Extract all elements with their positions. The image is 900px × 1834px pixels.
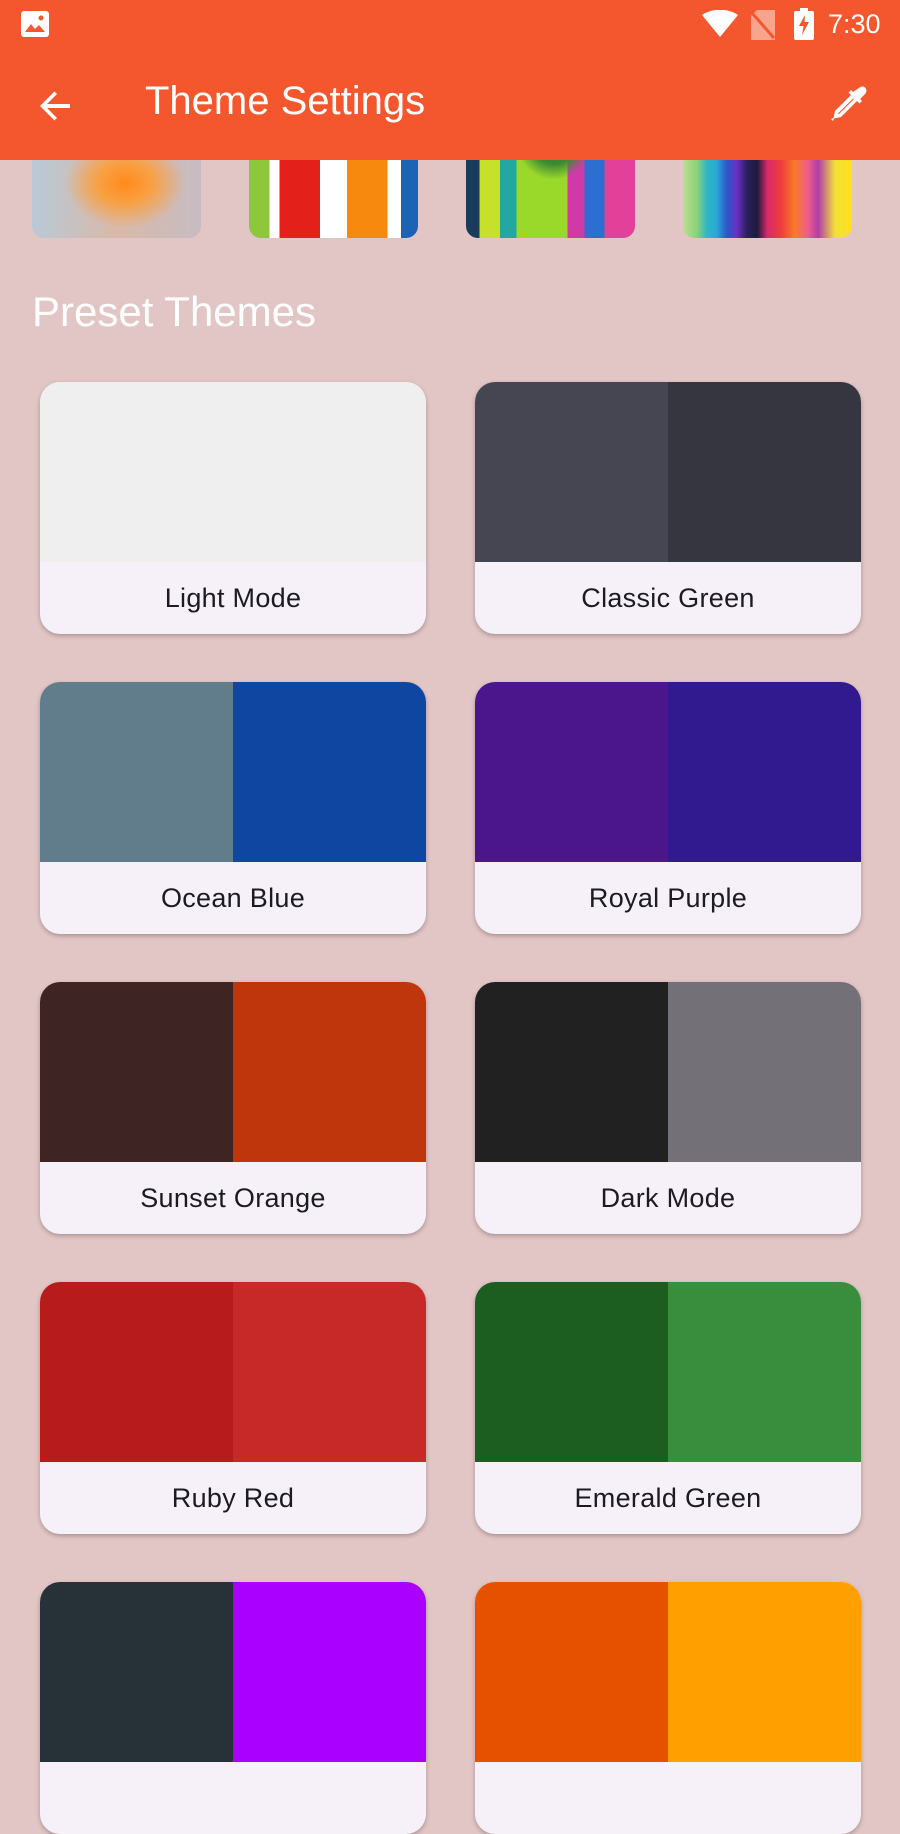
theme-label: Classic Green <box>581 582 755 613</box>
wallpaper-thumbnail-rainbow-colonnade[interactable] <box>683 160 852 238</box>
eyedropper-icon <box>829 85 867 128</box>
secondary-color-swatch <box>233 1282 426 1462</box>
primary-color-swatch <box>475 1282 668 1462</box>
app-bar: Theme Settings <box>0 48 900 160</box>
theme-card-emerald-green[interactable]: Emerald Green <box>475 1282 861 1534</box>
theme-swatch <box>40 682 426 862</box>
theme-label: Dark Mode <box>600 1182 736 1213</box>
primary-color-swatch <box>40 1282 233 1462</box>
theme-card-classic-green[interactable]: Classic Green <box>475 382 861 634</box>
secondary-color-swatch <box>233 382 426 562</box>
arrow-back-icon <box>38 88 74 129</box>
theme-card-dark-mode[interactable]: Dark Mode <box>475 982 861 1234</box>
theme-label <box>475 1762 861 1834</box>
wallpaper-thumbnail-colorful-street[interactable] <box>466 160 635 238</box>
wallpaper-strip <box>0 160 900 238</box>
status-time: 7:30 <box>828 9 881 39</box>
theme-swatch <box>40 982 426 1162</box>
wallpaper-thumbnail-blurred-orange[interactable] <box>32 160 201 238</box>
theme-card-royal-purple[interactable]: Royal Purple <box>475 682 861 934</box>
primary-color-swatch <box>475 682 668 862</box>
secondary-color-swatch <box>233 982 426 1162</box>
theme-label: Emerald Green <box>574 1482 762 1513</box>
theme-label: Sunset Orange <box>140 1182 326 1213</box>
theme-card-ruby-red[interactable]: Ruby Red <box>40 1282 426 1534</box>
theme-card-partial-1[interactable] <box>40 1582 426 1834</box>
secondary-color-swatch <box>233 682 426 862</box>
theme-label: Royal Purple <box>588 882 748 913</box>
eyedropper-button[interactable] <box>820 78 876 134</box>
theme-label: Ruby Red <box>171 1482 295 1513</box>
gallery-icon <box>21 11 49 37</box>
theme-card-sunset-orange[interactable]: Sunset Orange <box>40 982 426 1234</box>
secondary-color-swatch <box>668 1582 861 1762</box>
theme-label: Ocean Blue <box>160 882 306 913</box>
primary-color-swatch <box>475 982 668 1162</box>
theme-label: Light Mode <box>164 582 302 613</box>
back-button[interactable] <box>24 80 88 136</box>
primary-color-swatch <box>475 1582 668 1762</box>
theme-swatch <box>475 382 861 562</box>
wifi-icon <box>702 9 738 38</box>
secondary-color-swatch <box>668 682 861 862</box>
theme-swatch <box>475 1282 861 1462</box>
theme-label <box>40 1762 426 1834</box>
theme-card-partial-2[interactable] <box>475 1582 861 1834</box>
theme-card-ocean-blue[interactable]: Ocean Blue <box>40 682 426 934</box>
theme-swatch <box>40 382 426 562</box>
theme-swatch <box>40 1282 426 1462</box>
secondary-color-swatch <box>233 1582 426 1762</box>
primary-color-swatch <box>40 982 233 1162</box>
secondary-color-swatch <box>668 1282 861 1462</box>
secondary-color-swatch <box>668 982 861 1162</box>
status-bar: 7:30 <box>0 0 900 48</box>
no-sim-icon <box>750 10 776 40</box>
wallpaper-thumbnail-paint-rollers[interactable] <box>249 160 418 238</box>
primary-color-swatch <box>40 1582 233 1762</box>
theme-swatch <box>475 682 861 862</box>
primary-color-swatch <box>40 682 233 862</box>
battery-charging-icon <box>794 8 814 40</box>
theme-swatch <box>475 1582 861 1762</box>
theme-card-light-mode[interactable]: Light Mode <box>40 382 426 634</box>
secondary-color-swatch <box>668 382 861 562</box>
theme-swatch <box>40 1582 426 1762</box>
theme-swatch <box>475 982 861 1162</box>
primary-color-swatch <box>475 382 668 562</box>
page-title: Theme Settings <box>145 79 426 123</box>
primary-color-swatch <box>40 382 233 562</box>
section-title-preset-themes: Preset Themes <box>32 288 317 335</box>
